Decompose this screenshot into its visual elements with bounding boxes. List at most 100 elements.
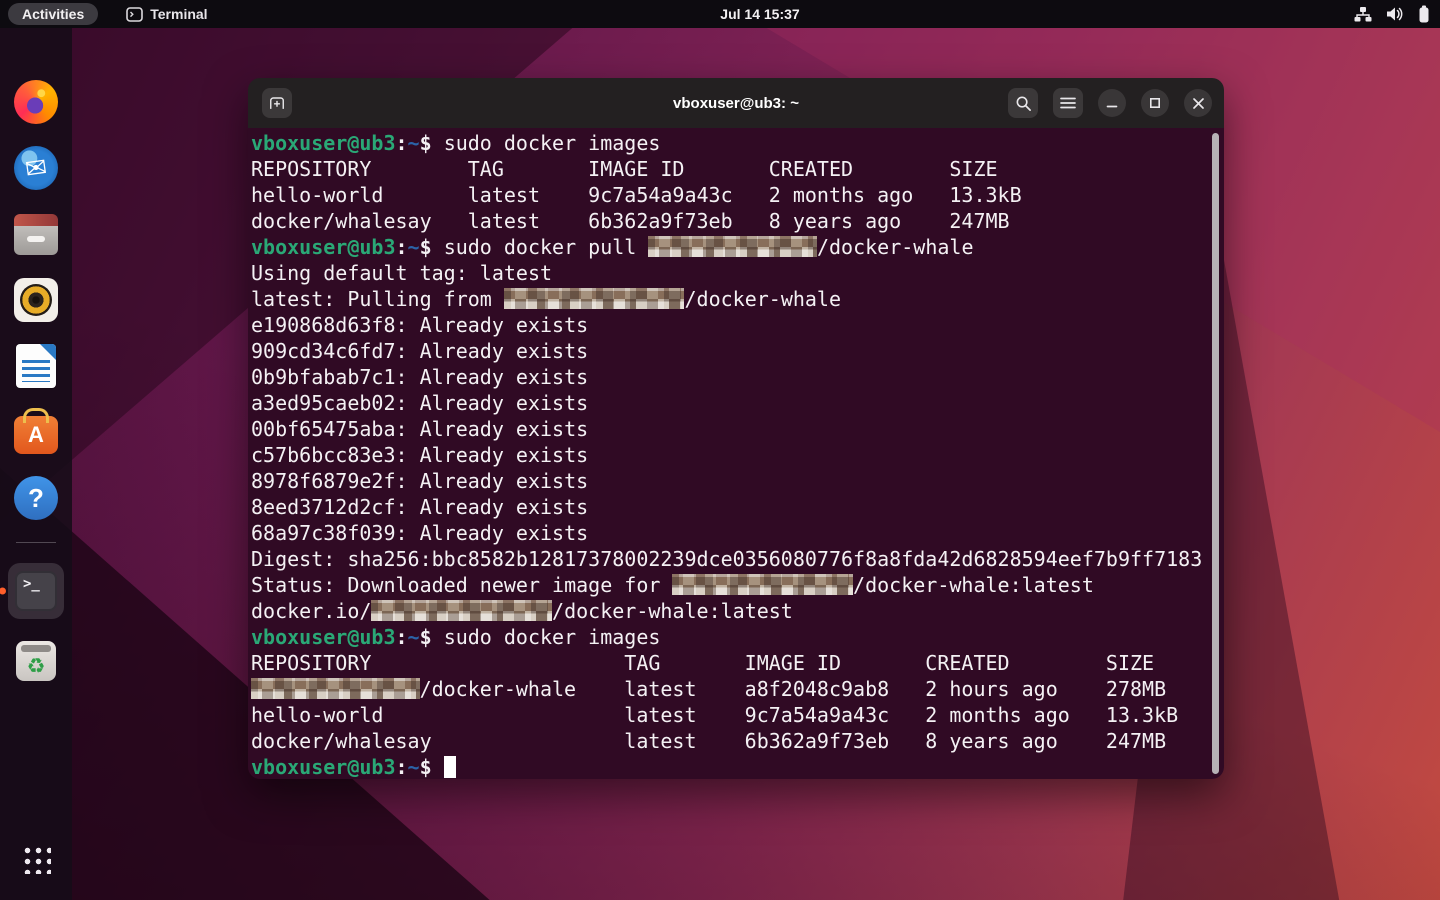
censored-text — [648, 236, 817, 257]
terminal-line: hello-world latest 9c7a54a9a43c 2 months… — [251, 182, 1224, 208]
maximize-button[interactable] — [1141, 89, 1169, 117]
terminal-text: hello-world latest 9c7a54a9a43c 2 months… — [251, 703, 1178, 727]
terminal-text: vboxuser@ub3 — [251, 625, 396, 649]
terminal-text: ~ — [408, 131, 420, 155]
terminal-line: hello-world latest 9c7a54a9a43c 2 months… — [251, 702, 1224, 728]
terminal-line: e190868d63f8: Already exists — [251, 312, 1224, 338]
help-icon: ? — [14, 476, 58, 520]
terminal-text: vboxuser@ub3 — [251, 755, 396, 779]
dock-item-trash[interactable] — [12, 637, 60, 685]
top-bar: Activities Terminal Jul 14 15:37 — [0, 0, 1440, 28]
dock-item-ubuntu-software[interactable] — [12, 408, 60, 456]
terminal-text: ~ — [408, 755, 420, 779]
activities-button[interactable]: Activities — [8, 3, 98, 25]
files-folder-icon — [14, 219, 58, 255]
terminal-viewport[interactable]: vboxuser@ub3:~$ sudo docker imagesREPOSI… — [248, 128, 1224, 779]
show-applications-button[interactable] — [12, 838, 60, 886]
thunderbird-icon — [14, 146, 58, 190]
libreoffice-writer-icon — [16, 344, 56, 388]
dock-item-rhythmbox[interactable] — [12, 276, 60, 324]
app-indicator-label: Terminal — [150, 6, 207, 22]
terminal-text: Using default tag: latest — [251, 261, 552, 285]
maximize-icon — [1149, 97, 1161, 109]
dock-item-libreoffice-writer[interactable] — [12, 342, 60, 390]
terminal-text: : — [396, 625, 408, 649]
search-button[interactable] — [1008, 88, 1038, 118]
terminal-line: latest: Pulling from /docker-whale — [251, 286, 1224, 312]
close-icon — [1192, 97, 1205, 110]
terminal-line: 8eed3712d2cf: Already exists — [251, 494, 1224, 520]
terminal-text: /docker-whale:latest — [853, 573, 1094, 597]
window-title: vboxuser@ub3: ~ — [673, 95, 799, 112]
terminal-text: 909cd34c6fd7: Already exists — [251, 339, 588, 363]
dock-item-terminal-active[interactable] — [8, 563, 64, 619]
dock-item-thunderbird[interactable] — [12, 144, 60, 192]
terminal-scrollbar[interactable] — [1212, 133, 1219, 774]
terminal-line: c57b6bcc83e3: Already exists — [251, 442, 1224, 468]
dock-item-firefox[interactable] — [12, 78, 60, 126]
dock-item-help[interactable]: ? — [12, 474, 60, 522]
trash-icon — [16, 641, 56, 681]
terminal-text: $ — [420, 625, 444, 649]
terminal-line: 68a97c38f039: Already exists — [251, 520, 1224, 546]
terminal-cursor — [444, 756, 456, 778]
terminal-text: ~ — [408, 235, 420, 259]
terminal-line: Using default tag: latest — [251, 260, 1224, 286]
terminal-text: $ — [420, 235, 444, 259]
terminal-text: vboxuser@ub3 — [251, 235, 396, 259]
censored-text — [251, 678, 420, 699]
terminal-text: REPOSITORY TAG IMAGE ID CREATED SIZE — [251, 157, 998, 181]
window-titlebar[interactable]: vboxuser@ub3: ~ — [248, 78, 1224, 128]
terminal-text: : — [396, 755, 408, 779]
volume-icon — [1386, 6, 1404, 22]
terminal-line: vboxuser@ub3:~$ sudo docker images — [251, 624, 1224, 650]
terminal-text: 8978f6879e2f: Already exists — [251, 469, 588, 493]
app-indicator[interactable]: Terminal — [126, 6, 207, 22]
terminal-text: 00bf65475aba: Already exists — [251, 417, 588, 441]
terminal-line: Status: Downloaded newer image for /dock… — [251, 572, 1224, 598]
new-tab-icon — [267, 93, 287, 113]
minimize-button[interactable] — [1098, 89, 1126, 117]
apps-grid-icon — [22, 845, 51, 874]
terminal-line: docker/whalesay latest 6b362a9f73eb 8 ye… — [251, 728, 1224, 754]
censored-text — [371, 600, 552, 621]
terminal-line: vboxuser@ub3:~$ — [251, 754, 1224, 779]
ubuntu-software-icon — [14, 416, 58, 454]
terminal-line: vboxuser@ub3:~$ sudo docker pull /docker… — [251, 234, 1224, 260]
terminal-text: /docker-whale — [817, 235, 974, 259]
terminal-text: hello-world latest 9c7a54a9a43c 2 months… — [251, 183, 1022, 207]
terminal-line: /docker-whale latest a8f2048c9ab8 2 hour… — [251, 676, 1224, 702]
terminal-text: /docker-whale — [684, 287, 841, 311]
new-tab-button[interactable] — [262, 88, 292, 118]
minimize-icon — [1106, 97, 1118, 109]
terminal-text: sudo docker pull — [444, 235, 649, 259]
terminal-text: 8eed3712d2cf: Already exists — [251, 495, 588, 519]
terminal-line: a3ed95caeb02: Already exists — [251, 390, 1224, 416]
close-button[interactable] — [1184, 89, 1212, 117]
terminal-text: ~ — [408, 625, 420, 649]
clock[interactable]: Jul 14 15:37 — [720, 6, 799, 22]
terminal-line: vboxuser@ub3:~$ sudo docker images — [251, 130, 1224, 156]
terminal-line: REPOSITORY TAG IMAGE ID CREATED SIZE — [251, 156, 1224, 182]
terminal-text: Digest: sha256:bbc8582b12817378002239dce… — [251, 547, 1202, 571]
terminal-text: vboxuser@ub3 — [251, 131, 396, 155]
terminal-line: REPOSITORY TAG IMAGE ID CREATED SIZE — [251, 650, 1224, 676]
terminal-text: : — [396, 131, 408, 155]
dock-item-files[interactable] — [12, 210, 60, 258]
terminal-icon — [15, 571, 57, 611]
terminal-text: sudo docker images — [444, 131, 661, 155]
hamburger-menu-icon — [1060, 96, 1076, 110]
terminal-text: $ — [420, 755, 444, 779]
terminal-text: sudo docker images — [444, 625, 661, 649]
terminal-mini-icon — [126, 7, 143, 22]
terminal-line: 00bf65475aba: Already exists — [251, 416, 1224, 442]
terminal-text: docker/whalesay latest 6b362a9f73eb 8 ye… — [251, 729, 1166, 753]
menu-button[interactable] — [1053, 88, 1083, 118]
terminal-line: 0b9bfabab7c1: Already exists — [251, 364, 1224, 390]
system-status-area[interactable] — [1354, 5, 1430, 23]
terminal-text: docker/whalesay latest 6b362a9f73eb 8 ye… — [251, 209, 1010, 233]
terminal-text: /docker-whale latest a8f2048c9ab8 2 hour… — [420, 677, 1167, 701]
terminal-line: docker/whalesay latest 6b362a9f73eb 8 ye… — [251, 208, 1224, 234]
network-wired-icon — [1354, 6, 1372, 22]
terminal-text: docker.io/ — [251, 599, 371, 623]
